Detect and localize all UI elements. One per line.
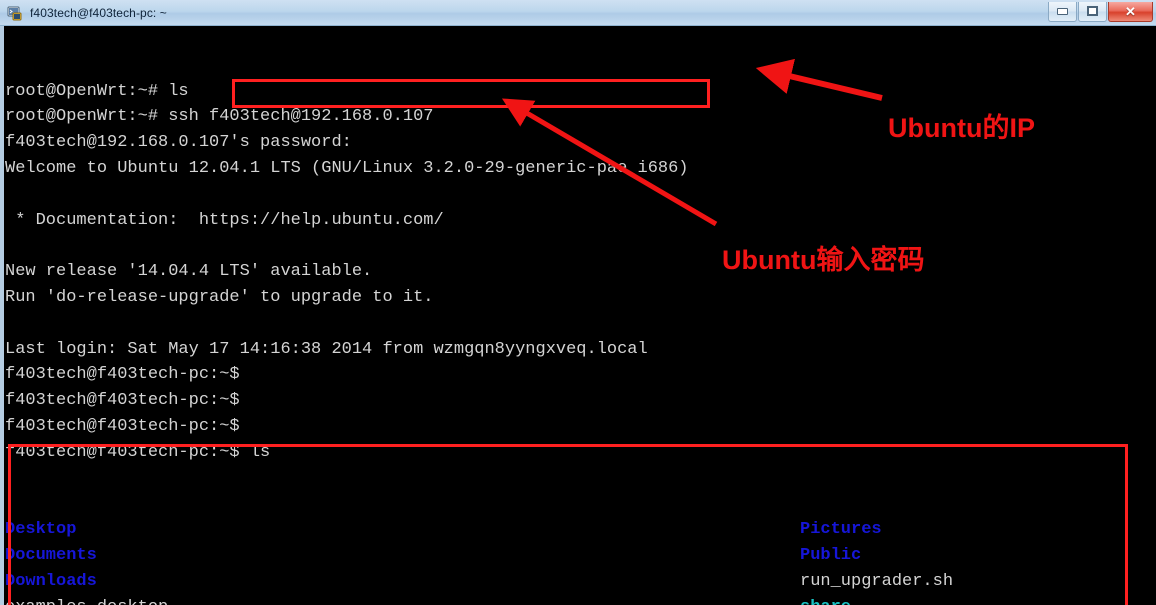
terminal-line: Last login: Sat May 17 14:16:38 2014 fro… (5, 339, 648, 359)
terminal-screen[interactable]: root@OpenWrt:~# ls root@OpenWrt:~# ssh f4… (0, 26, 1156, 605)
terminal-line: f403tech@f403tech-pc:~$ (5, 416, 240, 436)
ls-output-row: Documents Public (5, 543, 861, 569)
terminal-line: f403tech@192.168.0.107's password: (5, 133, 352, 153)
window-titlebar[interactable]: f403tech@f403tech-pc: ~ ✕ (0, 0, 1156, 26)
terminal-line: root@OpenWrt:~# ls (5, 81, 189, 101)
ls-output-row: Desktop Pictures (5, 517, 882, 543)
ls-entry: share (800, 595, 851, 605)
ls-output-grid: Desktop Pictures Documents Public Downloads r… (5, 517, 953, 605)
terminal-line: root@OpenWrt:~# ssh f403tech@192.168.0.1… (5, 107, 434, 127)
ls-entry: Desktop (5, 520, 77, 540)
annotation-ubuntu-password-label: Ubuntu输入密码 (722, 245, 925, 275)
close-button[interactable]: ✕ (1108, 1, 1153, 22)
ls-entry: run_upgrader.sh (800, 571, 954, 591)
terminal-line: New release '14.04.4 LTS' available. (5, 262, 373, 282)
close-icon: ✕ (1125, 3, 1136, 19)
ls-entry: Pictures (800, 520, 882, 540)
ls-entry: Documents (5, 545, 97, 565)
ls-output-row: examples.desktop share (5, 595, 851, 605)
restore-icon (1087, 6, 1098, 16)
ls-entry: examples.desktop (5, 598, 168, 605)
terminal-line: * Documentation: https://help.ubuntu.com… (5, 210, 444, 230)
maximize-button[interactable] (1078, 1, 1107, 22)
annotation-ubuntu-ip-label: Ubuntu的IP (888, 113, 1035, 143)
terminal-line: f403tech@f403tech-pc:~$ (5, 365, 240, 385)
ls-output-row: Downloads run_upgrader.sh (5, 569, 953, 595)
terminal-line: f403tech@f403tech-pc:~$ ls (5, 442, 271, 462)
terminal-app-icon (7, 5, 23, 21)
terminal-line: Run 'do-release-upgrade' to upgrade to i… (5, 287, 434, 307)
window-title: f403tech@f403tech-pc: ~ (30, 5, 167, 20)
terminal-line: Welcome to Ubuntu 12.04.1 LTS (GNU/Linux… (5, 158, 689, 178)
terminal-window: f403tech@f403tech-pc: ~ ✕ root@OpenWrt:~… (0, 0, 1156, 605)
ls-entry: Downloads (5, 571, 97, 591)
window-controls: ✕ (1047, 1, 1156, 24)
terminal-scrollback: root@OpenWrt:~# ls root@OpenWrt:~# ssh f4… (5, 79, 689, 466)
terminal-line: f403tech@f403tech-pc:~$ (5, 391, 240, 411)
minimize-button[interactable] (1048, 1, 1077, 22)
arrow-to-ssh-command (755, 58, 883, 101)
minimize-icon (1057, 7, 1068, 15)
titlebar-left-group: f403tech@f403tech-pc: ~ (0, 5, 1047, 21)
terminal-text-area: root@OpenWrt:~# ls root@OpenWrt:~# ssh f4… (5, 27, 953, 605)
ls-entry: Public (800, 545, 862, 565)
